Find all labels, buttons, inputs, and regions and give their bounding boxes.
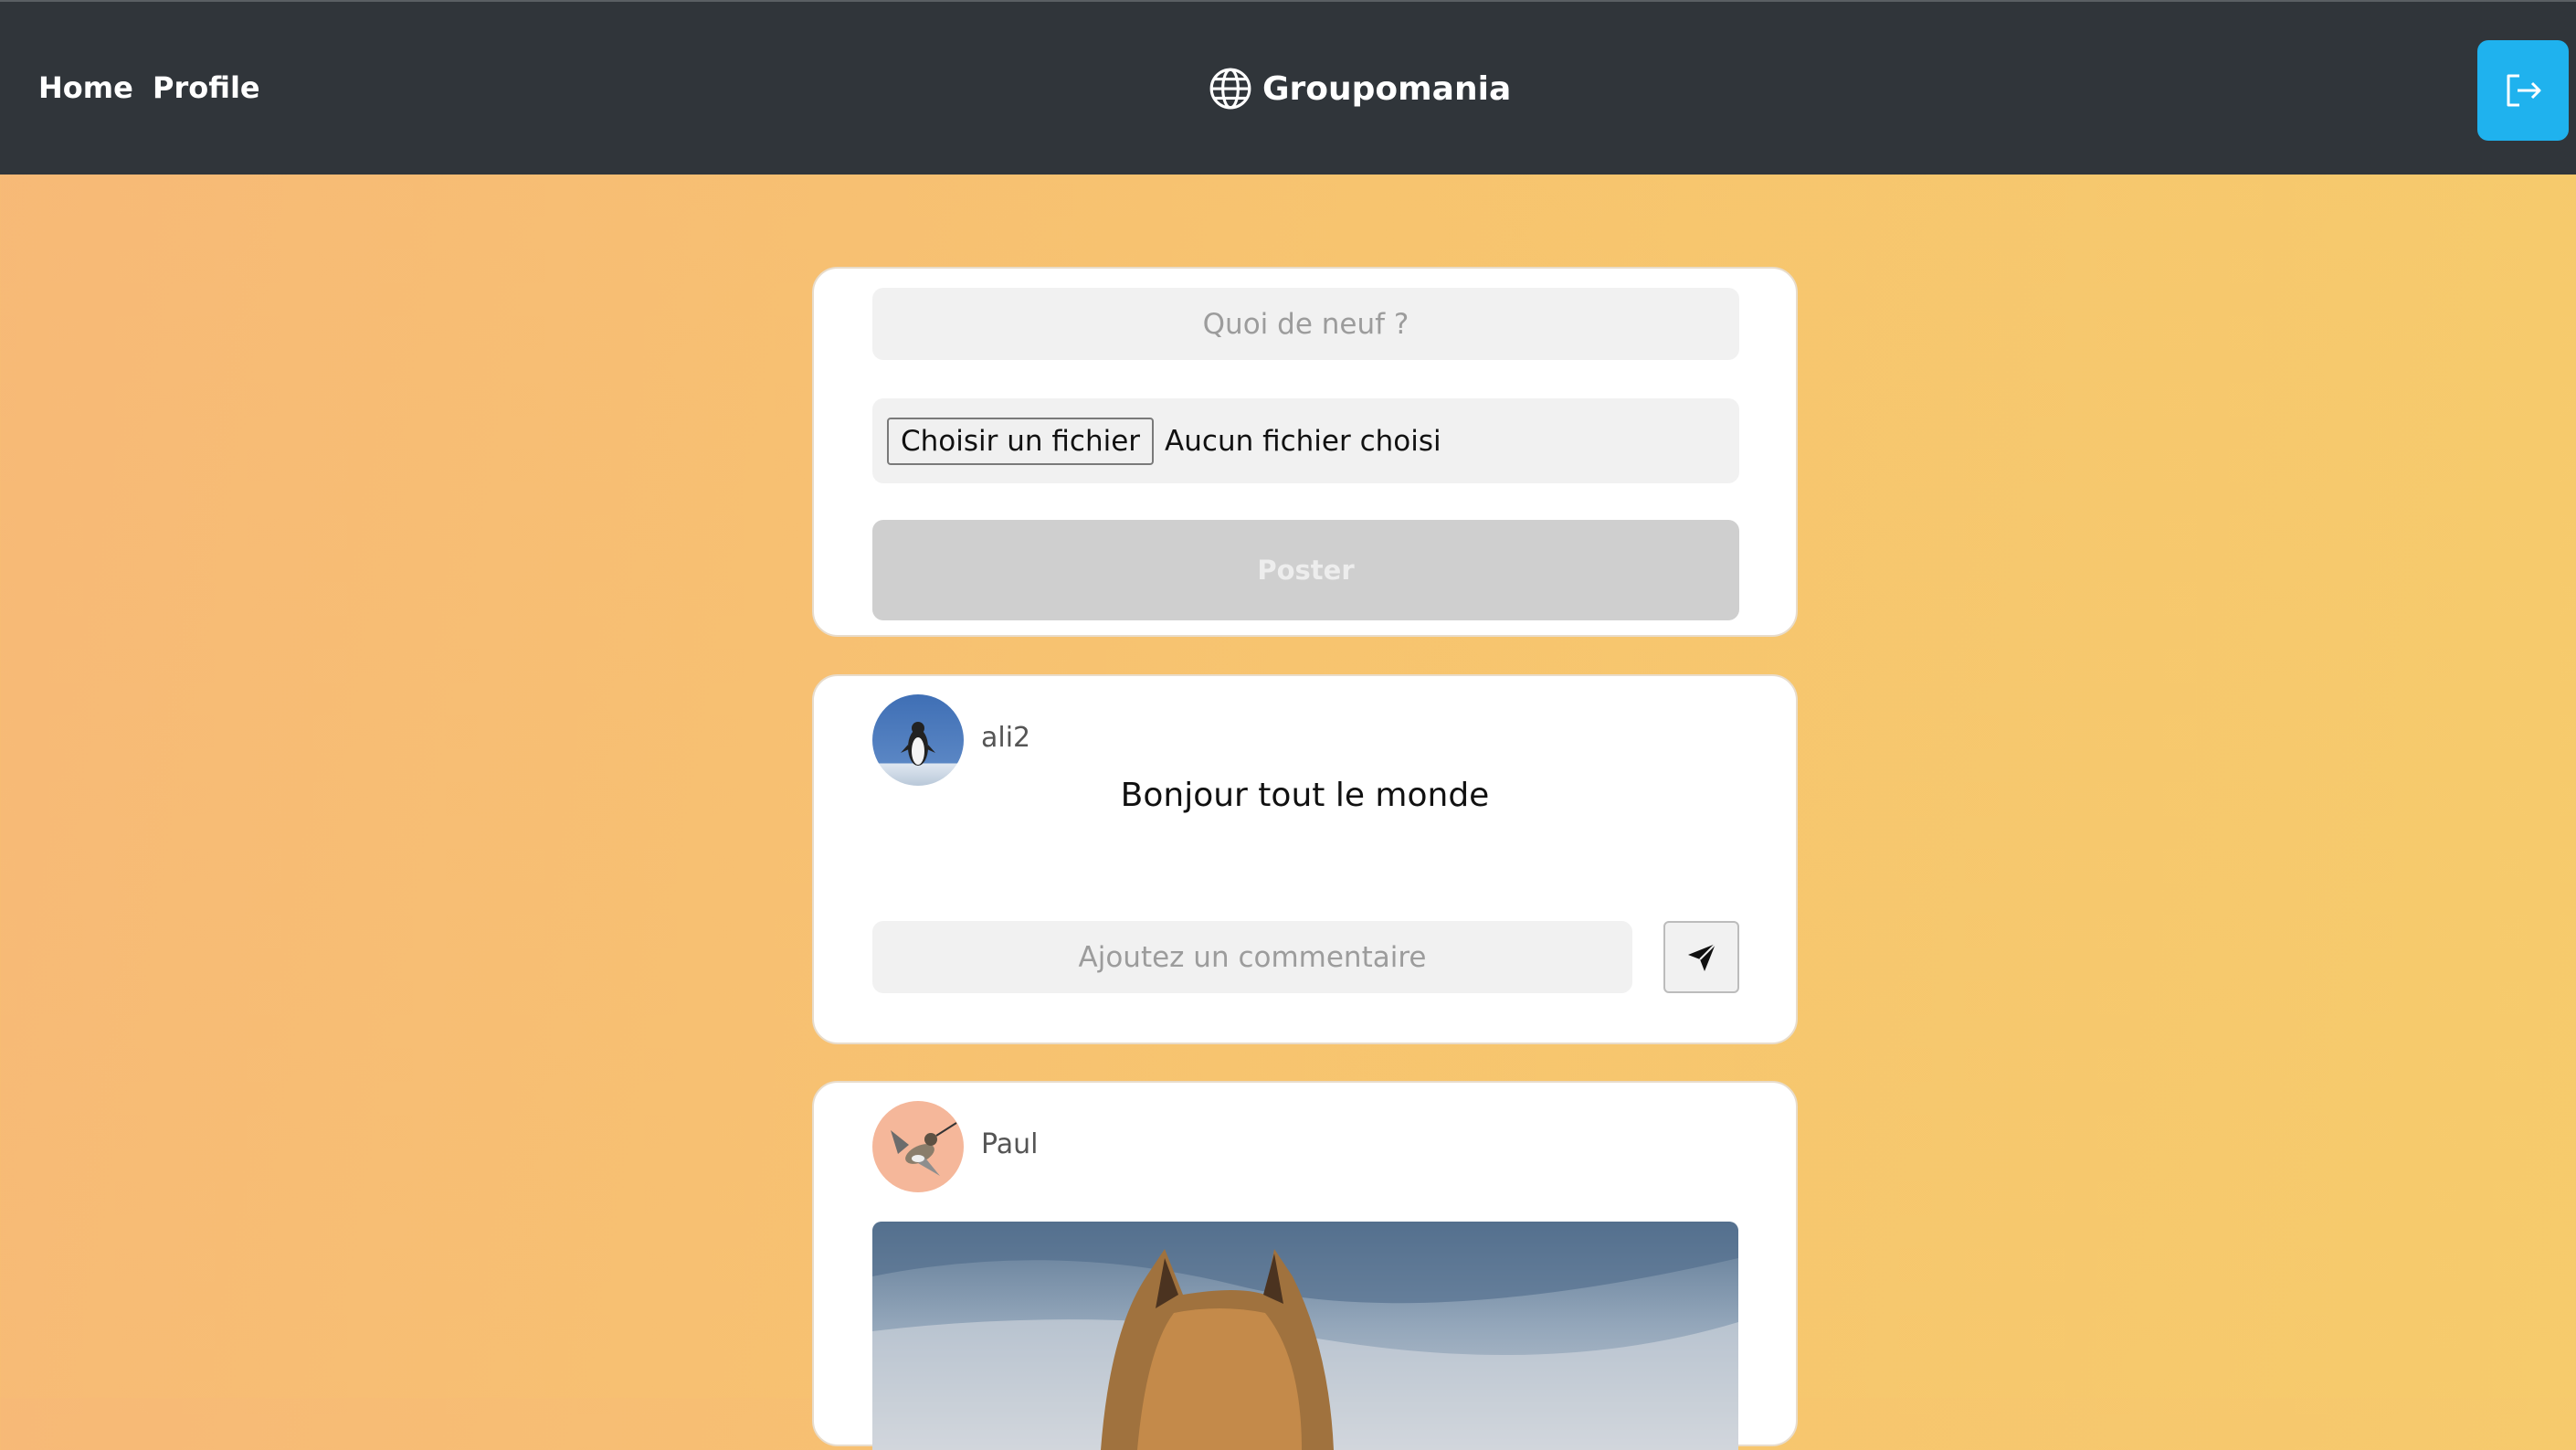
post-button[interactable]: Poster bbox=[872, 520, 1739, 620]
author-name[interactable]: Paul bbox=[981, 1128, 1038, 1160]
comment-input[interactable]: Ajoutez un commentaire bbox=[872, 921, 1632, 993]
post-text-input[interactable]: Quoi de neuf ? bbox=[872, 288, 1739, 360]
logout-icon bbox=[2507, 74, 2541, 107]
brand-logo[interactable]: Groupomania bbox=[1208, 66, 1511, 111]
author-name[interactable]: ali2 bbox=[981, 722, 1030, 754]
post-text: Bonjour tout le monde bbox=[1120, 777, 1490, 814]
nav-home-link[interactable]: Home bbox=[38, 69, 133, 106]
file-status-text: Aucun fichier choisi bbox=[1165, 424, 1441, 458]
nav-profile-link[interactable]: Profile bbox=[153, 69, 260, 106]
post-image bbox=[872, 1222, 1738, 1450]
file-input: Choisir un fichier Aucun fichier choisi bbox=[872, 398, 1739, 483]
choose-file-button[interactable]: Choisir un fichier bbox=[887, 417, 1155, 465]
hummingbird-avatar bbox=[872, 1101, 964, 1192]
top-navbar: Home Profile Groupomania bbox=[0, 0, 2576, 175]
send-comment-button[interactable] bbox=[1663, 921, 1739, 993]
post-card: Paul bbox=[812, 1081, 1798, 1450]
author-avatar[interactable] bbox=[872, 694, 964, 786]
brand-name: Groupomania bbox=[1262, 69, 1512, 108]
logout-button[interactable] bbox=[2477, 40, 2569, 141]
globe-icon bbox=[1209, 68, 1251, 110]
penguin-avatar bbox=[872, 694, 964, 786]
horse-image bbox=[872, 1222, 1738, 1450]
author-avatar[interactable] bbox=[872, 1101, 964, 1192]
post-card: ali2 Bonjour tout le monde Ajoutez un co… bbox=[812, 674, 1798, 1044]
send-icon bbox=[1687, 942, 1716, 971]
new-post-card: Quoi de neuf ? Choisir un fichier Aucun … bbox=[812, 267, 1798, 637]
